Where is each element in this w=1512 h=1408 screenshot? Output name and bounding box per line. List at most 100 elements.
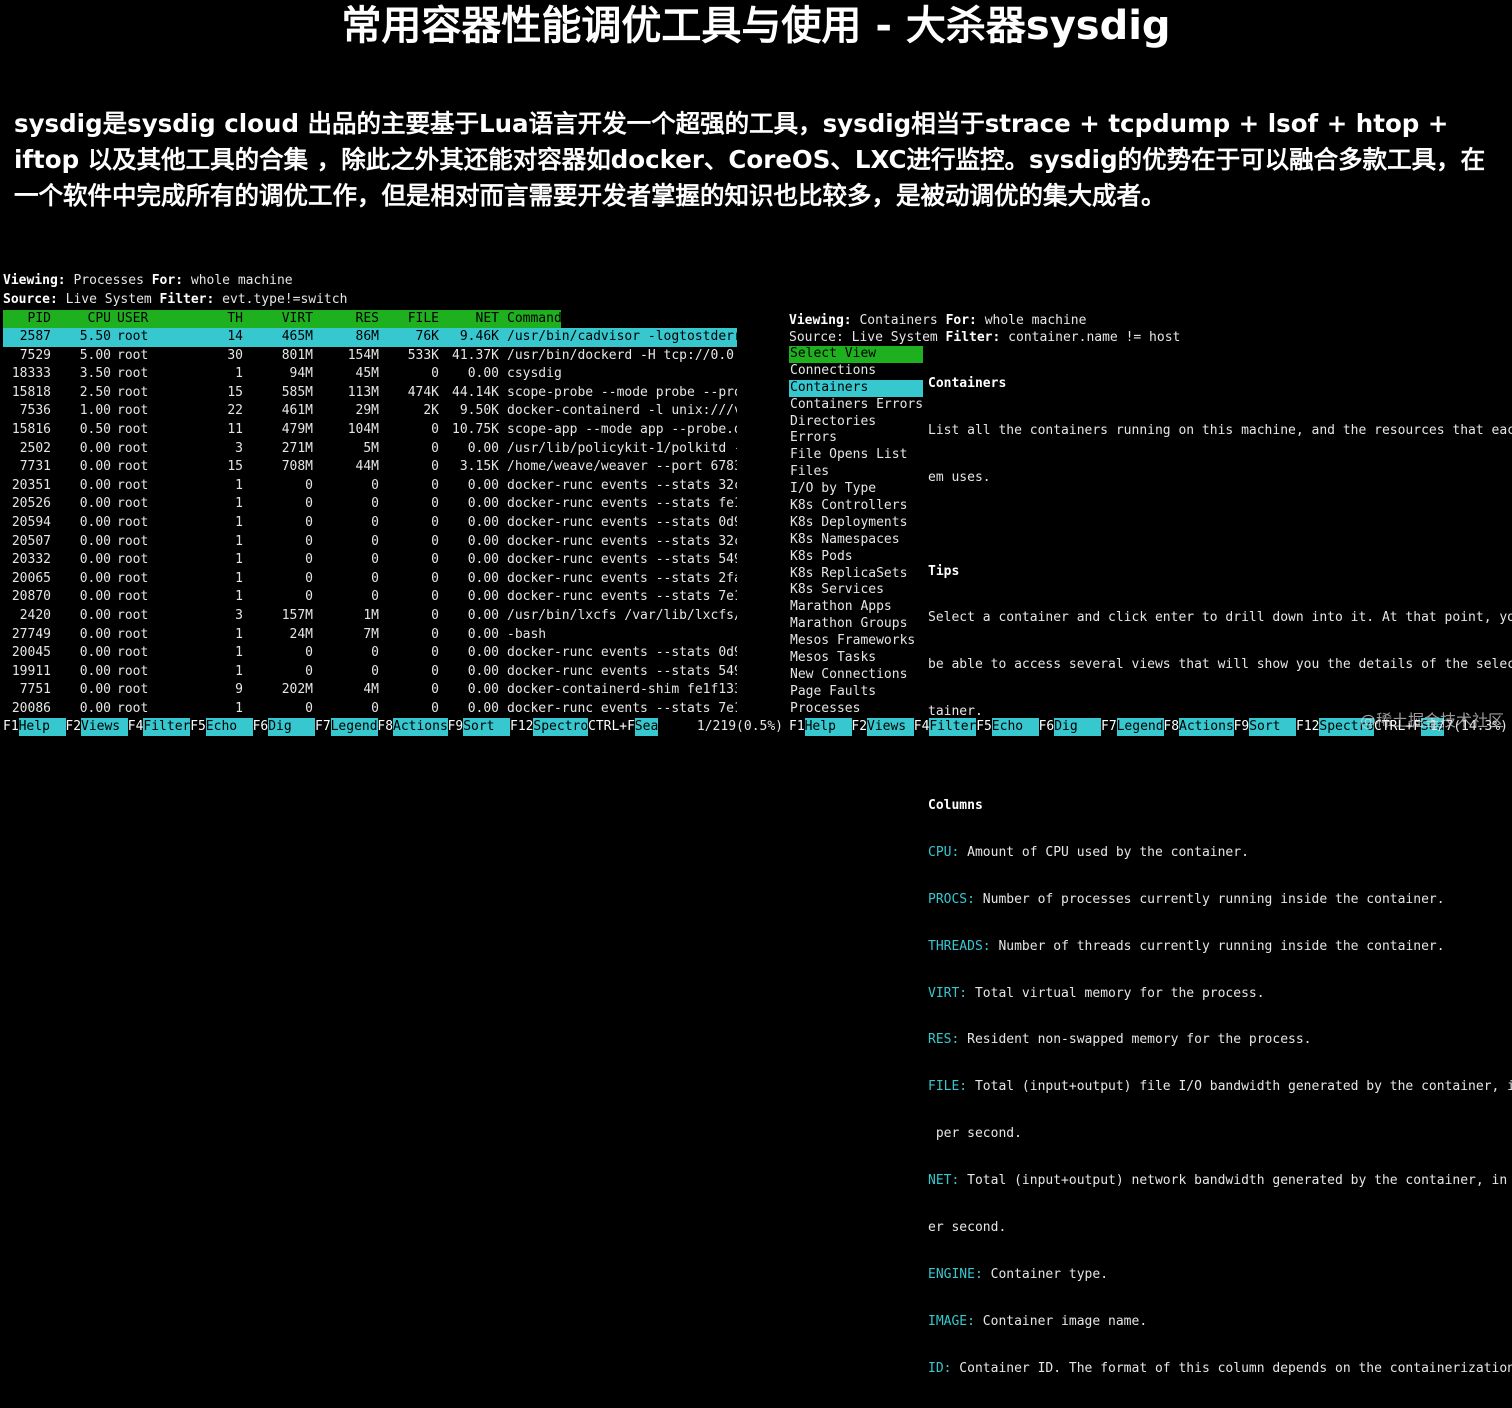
- help-column-procs: PROCS: Number of processes currently run…: [928, 891, 1445, 907]
- view-item-i-o-by-type[interactable]: I/O by Type: [789, 481, 923, 498]
- fkey-action-button[interactable]: Help: [18, 718, 66, 736]
- column-header-res[interactable]: RES: [337, 310, 379, 328]
- table-row[interactable]: 20526 0.00 root 1 0 0 0 0.00 docker-runc events …: [3, 495, 787, 514]
- fkey-action-button[interactable]: Legend: [1116, 718, 1164, 736]
- table-row[interactable]: 27749 0.00 root 1 24M 7M 0 0.00 -bash: [3, 626, 787, 645]
- table-row[interactable]: 20045 0.00 root 1 0 0 0 0.00 docker-runc events …: [3, 644, 787, 663]
- cell-threads: 11: [227, 421, 243, 437]
- column-header-net[interactable]: NET: [443, 310, 499, 328]
- view-item-directories[interactable]: Directories: [789, 414, 923, 431]
- fkey-action-button[interactable]: Legend: [330, 718, 378, 736]
- view-item-k8s-services[interactable]: K8s Services: [789, 582, 923, 599]
- cell-res: 45M: [355, 366, 379, 382]
- table-row[interactable]: 20351 0.00 root 1 0 0 0 0.00 docker-runc events …: [3, 477, 787, 496]
- cell-cpu: 2.50: [79, 384, 111, 400]
- view-selector-terminal[interactable]: Viewing: Containers For: whole machine S…: [789, 312, 1512, 1376]
- view-item-containers[interactable]: Containers: [789, 379, 923, 397]
- view-item-connections[interactable]: Connections: [789, 363, 923, 380]
- table-row[interactable]: 20594 0.00 root 1 0 0 0 0.00 docker-runc events …: [3, 514, 787, 533]
- fkey-action-button[interactable]: Echo: [205, 718, 253, 736]
- cell-virt: 0: [305, 645, 313, 661]
- view-item-new-connections[interactable]: New Connections: [789, 667, 923, 684]
- table-row[interactable]: 19911 0.00 root 1 0 0 0 0.00 docker-runc events …: [3, 663, 787, 682]
- fkey-action-button[interactable]: Filter: [143, 718, 191, 736]
- fkey-f8: F8: [1163, 719, 1180, 734]
- view-item-k8s-replicasets[interactable]: K8s ReplicaSets: [789, 566, 923, 583]
- column-header-pid[interactable]: PID: [3, 310, 51, 328]
- cell-pid: 2420: [19, 607, 51, 623]
- table-row[interactable]: 2502 0.00 root 3 271M 5M 0 0.00/usr/lib/policyk…: [3, 440, 787, 459]
- table-row[interactable]: 15816 0.50 root 11 479M 104M 0 10.75K scope-app …: [3, 421, 787, 440]
- fkey-action-button[interactable]: Sort: [463, 718, 511, 736]
- view-item-k8s-controllers[interactable]: K8s Controllers: [789, 498, 923, 515]
- fkey-action-button[interactable]: Views: [867, 718, 914, 736]
- column-header-cpu[interactable]: CPU: [59, 310, 111, 328]
- fkey-action-button[interactable]: Filter: [929, 718, 977, 736]
- cell-user: root: [117, 700, 149, 716]
- fkey-f1: F1: [789, 719, 805, 734]
- view-item-marathon-apps[interactable]: Marathon Apps: [789, 599, 923, 616]
- view-item-select-view[interactable]: Select View: [789, 346, 923, 363]
- column-header-threads[interactable]: TH: [203, 310, 243, 328]
- view-item-processes[interactable]: Processes: [789, 701, 923, 718]
- cell-res: 0: [371, 645, 379, 661]
- cell-file: 0: [431, 552, 439, 568]
- process-table[interactable]: 2587 5.50 root 14 465M 86M 76K 9.46K/usr/bin/ca…: [3, 328, 787, 718]
- table-row[interactable]: 20065 0.00 root 1 0 0 0 0.00 docker-runc events …: [3, 570, 787, 589]
- view-item-files[interactable]: Files: [789, 464, 923, 481]
- fkey-action-button[interactable]: Echo: [991, 718, 1039, 736]
- cell-file: 474K: [407, 384, 439, 400]
- cell-virt: 0: [305, 496, 313, 512]
- fkey-f9: F9: [447, 719, 464, 734]
- view-item-k8s-pods[interactable]: K8s Pods: [789, 549, 923, 566]
- view-item-mesos-frameworks[interactable]: Mesos Frameworks: [789, 633, 923, 650]
- processes-terminal[interactable]: Viewing: Processes For: whole machine So…: [3, 272, 787, 745]
- fkey-f7: F7: [1101, 719, 1117, 734]
- table-row[interactable]: 7529 5.00 root 30 801M 154M 533K 41.37K/usr/bin…: [3, 347, 787, 366]
- fkey-f6: F6: [1038, 719, 1055, 734]
- view-item-errors[interactable]: Errors: [789, 430, 923, 447]
- for-value: whole machine: [190, 273, 293, 288]
- fkey-action-button[interactable]: Spectro: [533, 718, 589, 736]
- view-list[interactable]: Select View Connections Containers Containe…: [789, 346, 923, 718]
- fkey-action-button[interactable]: Help: [804, 718, 852, 736]
- table-row[interactable]: 7731 0.00 root 15 708M 44M 0 3.15K/home/weave/w…: [3, 458, 787, 477]
- column-header-virt[interactable]: VIRT: [263, 310, 313, 328]
- help-column-engine: ENGINE: Container type.: [928, 1266, 1109, 1282]
- fkey-action-button[interactable]: Actions: [393, 718, 448, 736]
- table-row[interactable]: 20086 0.00 root 1 0 0 0 0.00 docker-runc events …: [3, 700, 787, 719]
- table-row[interactable]: 20870 0.00 root 1 0 0 0 0.00 docker-runc events …: [3, 588, 787, 607]
- cell-res: 154M: [347, 347, 379, 363]
- cell-res: 0: [371, 552, 379, 568]
- table-row[interactable]: 2420 0.00 root 3 157M 1M 0 0.00/usr/bin/lxcfs /…: [3, 607, 787, 626]
- view-item-file-opens-list[interactable]: File Opens List: [789, 447, 923, 464]
- view-item-k8s-namespaces[interactable]: K8s Namespaces: [789, 532, 923, 549]
- fkey-f12: F12: [510, 719, 534, 734]
- table-row[interactable]: 7751 0.00 root 9 202M 4M 0 0.00 docker-container…: [3, 681, 787, 700]
- cell-threads: 1: [235, 663, 243, 679]
- cell-cpu: 1.00: [79, 403, 111, 419]
- table-row[interactable]: 2587 5.50 root 14 465M 86M 76K 9.46K/usr/bin/ca…: [3, 328, 737, 347]
- table-row[interactable]: 18333 3.50 root 1 94M 45M 0 0.00 csysdig: [3, 365, 787, 384]
- column-header-file[interactable]: FILE: [393, 310, 439, 328]
- table-row[interactable]: 15818 2.50 root 15 585M 113M 474K 44.14K scope-p…: [3, 384, 787, 403]
- fkey-action-button[interactable]: Sort: [1249, 718, 1297, 736]
- table-row[interactable]: 20507 0.00 root 1 0 0 0 0.00 docker-runc events …: [3, 533, 787, 552]
- view-item-mesos-tasks[interactable]: Mesos Tasks: [789, 650, 923, 667]
- view-item-page-faults[interactable]: Page Faults: [789, 684, 923, 701]
- fkey-action-button[interactable]: Dig: [268, 718, 316, 736]
- fkey-action-button[interactable]: Dig: [1054, 718, 1102, 736]
- cell-cpu: 0.00: [79, 533, 111, 549]
- fkey-action-button[interactable]: Sea: [634, 718, 659, 736]
- view-item-k8s-deployments[interactable]: K8s Deployments: [789, 515, 923, 532]
- table-row[interactable]: 20332 0.00 root 1 0 0 0 0.00 docker-runc events …: [3, 551, 787, 570]
- fkey-action-button[interactable]: Actions: [1179, 718, 1234, 736]
- column-header-user[interactable]: USER: [117, 310, 197, 328]
- fkey-action-button[interactable]: Views: [81, 718, 128, 736]
- column-header-command[interactable]: Command: [507, 310, 787, 328]
- view-item-marathon-groups[interactable]: Marathon Groups: [789, 616, 923, 633]
- view-item-containers-errors[interactable]: Containers Errors: [789, 397, 923, 414]
- cell-res: 0: [371, 533, 379, 549]
- table-row[interactable]: 7536 1.00 root 22 461M 29M 2K 9.50K docker-conta…: [3, 402, 787, 421]
- cell-res: 0: [371, 589, 379, 605]
